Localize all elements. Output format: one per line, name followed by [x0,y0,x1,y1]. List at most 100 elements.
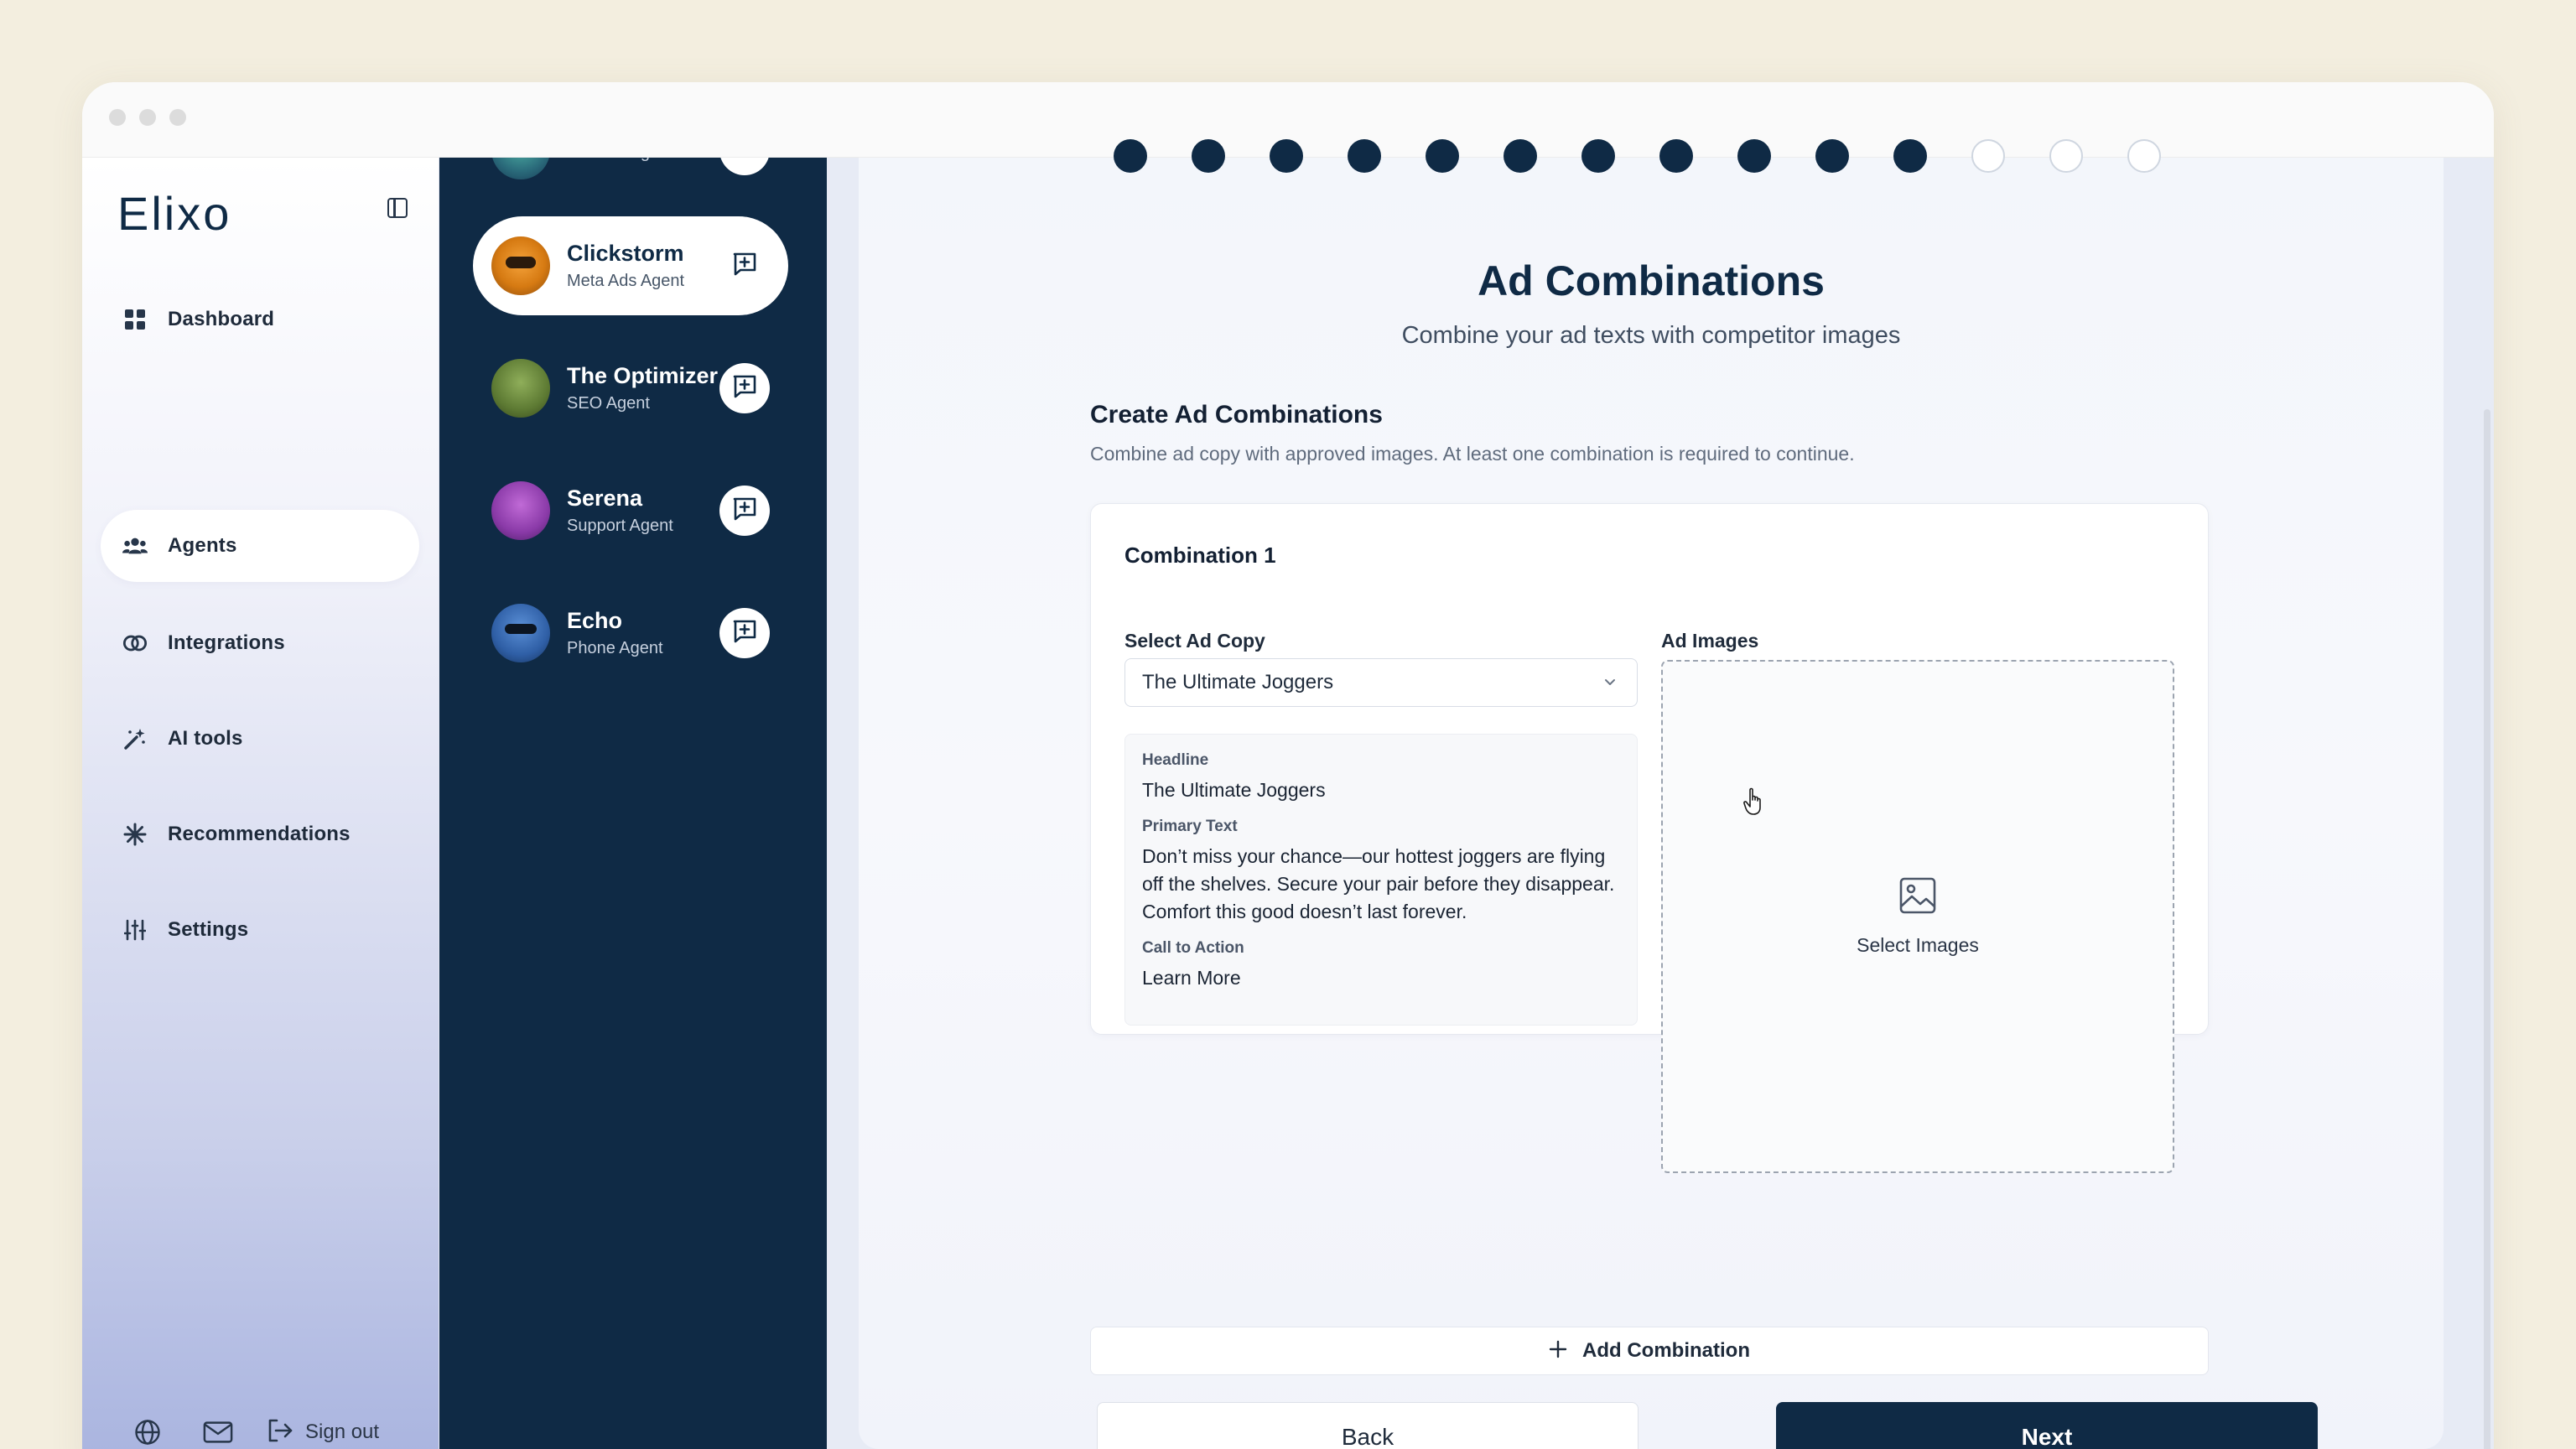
stepper-step [1659,139,1693,173]
sidebar-footer: Sign out [132,1417,379,1447]
stepper-step [1893,139,1927,173]
sidebar-item-dashboard[interactable]: Dashboard [101,283,419,356]
image-icon [1898,876,1937,919]
magic-wand-icon [122,726,148,751]
new-chat-button[interactable] [719,241,770,291]
sign-out-icon [267,1418,293,1447]
agent-avatar [491,158,550,179]
next-button[interactable]: Next [1776,1402,2318,1449]
sidebar-item-ai-tools[interactable]: AI tools [101,703,419,775]
sidebar-item-label: Agents [168,534,237,557]
sidebar-item-label: Recommendations [168,823,351,845]
new-chat-button[interactable] [719,158,770,175]
agent-role: Content Agent [567,158,673,163]
agent-role: SEO Agent [567,394,650,413]
wizard-card: Ad Combinations Combine your ad texts wi… [859,139,2444,1449]
select-ad-copy-label: Select Ad Copy [1124,630,1265,652]
window-zoom-dot[interactable] [169,109,186,126]
app-logo: Elixo [117,187,232,240]
sidebar-item-label: Integrations [168,631,285,654]
back-button[interactable]: Back [1097,1402,1639,1449]
agent-name: The Optimizer [567,363,719,388]
select-images-dropzone[interactable]: Select Images [1661,660,2174,1173]
chat-plus-icon [732,496,757,526]
plus-icon [1549,1340,1567,1363]
add-combination-label: Add Combination [1582,1339,1750,1362]
agent-role: Support Agent [567,517,673,535]
agent-role: Phone Agent [567,639,663,657]
sidebar-item-integrations[interactable]: Integrations [101,607,419,679]
stepper-step [1737,139,1771,173]
agent-name: Clickstorm [567,241,684,266]
agent-avatar [491,481,550,540]
ad-copy-preview: Headline The Ultimate Joggers Primary Te… [1124,734,1638,1026]
agent-avatar [491,359,550,418]
chevron-down-icon [1603,676,1617,691]
cta-label: Call to Action [1142,939,1244,957]
window-close-dot[interactable] [109,109,126,126]
page-scrollbar[interactable] [2484,409,2490,1449]
agent-item-optimizer[interactable]: The Optimizer SEO Agent [473,339,788,438]
stepper-step [1114,139,1147,173]
agent-item-content[interactable]: Content Agent [473,158,788,200]
sign-out-button[interactable]: Sign out [267,1418,379,1447]
window-minimize-dot[interactable] [139,109,156,126]
grid-icon [122,307,148,332]
app-window: Elixo Dashboard Agents Integrations AI t [82,82,2494,1449]
primary-text-value: Don’t miss your chance—our hottest jogge… [1142,845,1615,922]
agent-name: Serena [567,486,643,511]
sidebar: Elixo Dashboard Agents Integrations AI t [82,158,439,1449]
add-combination-button[interactable]: Add Combination [1090,1327,2209,1375]
agent-avatar [491,604,550,662]
combination-title: Combination 1 [1124,543,1276,568]
sliders-icon [122,917,148,943]
stepper-step [1504,139,1537,173]
hand-cursor-icon [1743,787,1765,820]
mail-icon[interactable] [203,1417,233,1447]
agent-name: Echo [567,608,623,633]
section-description: Combine ad copy with approved images. At… [1090,443,1855,465]
headline-label: Headline [1142,751,1209,769]
progress-stepper [1114,139,2205,173]
sidebar-toggle-icon[interactable] [387,198,408,218]
stepper-step [1192,139,1225,173]
sparkle-icon [122,822,148,847]
sidebar-item-settings[interactable]: Settings [101,894,419,966]
sidebar-item-agents[interactable]: Agents [101,510,419,582]
stepper-step [2127,139,2161,173]
ad-copy-select[interactable]: The Ultimate Joggers [1124,658,1638,707]
sidebar-item-label: AI tools [168,727,243,750]
stepper-step [1348,139,1381,173]
chat-plus-icon [732,619,757,648]
page-subtitle: Combine your ad texts with competitor im… [1401,322,1901,349]
stepper-step [1971,139,2005,173]
new-chat-button[interactable] [719,608,770,658]
link-circles-icon [122,631,148,656]
stepper-step [1270,139,1303,173]
globe-icon[interactable] [132,1417,163,1447]
ad-copy-selected-value: The Ultimate Joggers [1142,671,1334,693]
ad-images-label: Ad Images [1661,630,1759,652]
stepper-step [2049,139,2083,173]
primary-text-label: Primary Text [1142,818,1238,835]
stepper-step [1815,139,1849,173]
agent-item-echo[interactable]: Echo Phone Agent [473,584,788,683]
stepper-step [1581,139,1615,173]
main-content: Ad Combinations Combine your ad texts wi… [827,139,2494,1449]
sidebar-item-label: Dashboard [168,308,275,330]
sidebar-item-recommendations[interactable]: Recommendations [101,798,419,870]
agent-item-serena[interactable]: Serena Support Agent [473,461,788,560]
headline-value: The Ultimate Joggers [1142,779,1326,801]
agent-avatar [491,236,550,295]
section-title: Create Ad Combinations [1090,401,1383,428]
users-icon [122,533,148,558]
select-images-label: Select Images [1857,934,1979,956]
agent-role: Meta Ads Agent [567,272,685,290]
agents-panel: Content Agent Clickstorm Meta Ads Agent … [439,158,827,1449]
page-title: Ad Combinations [1478,257,1825,304]
chat-plus-icon [732,374,757,403]
new-chat-button[interactable] [719,363,770,413]
agent-item-clickstorm[interactable]: Clickstorm Meta Ads Agent [473,216,788,315]
sidebar-item-label: Settings [168,918,249,941]
new-chat-button[interactable] [719,486,770,536]
